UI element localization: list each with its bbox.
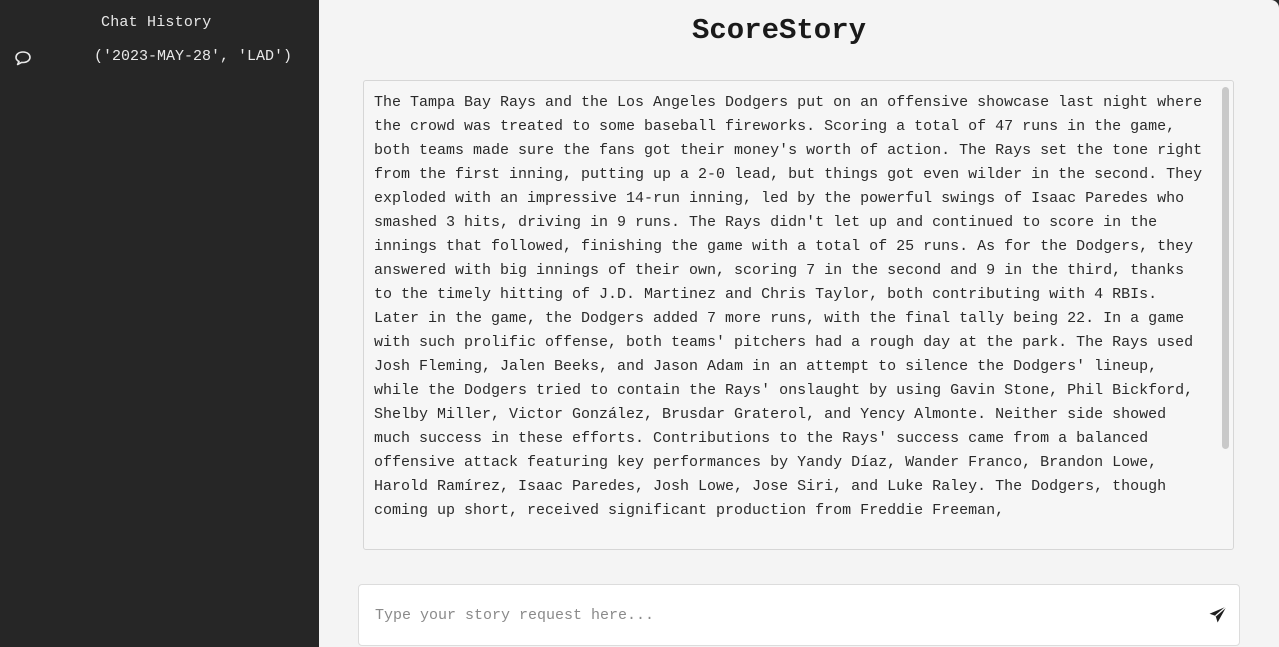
scrollbar-thumb[interactable] xyxy=(1222,87,1229,449)
story-output-box[interactable]: The Tampa Bay Rays and the Los Angeles D… xyxy=(363,80,1234,550)
story-scrollbar[interactable] xyxy=(1222,85,1230,545)
app-window: Chat History ('2023-MAY-28', 'LAD') Scor… xyxy=(0,0,1279,647)
sidebar-title: Chat History xyxy=(101,14,212,31)
story-text: The Tampa Bay Rays and the Los Angeles D… xyxy=(374,94,1212,519)
story-request-bar xyxy=(358,584,1240,646)
chat-bubble-icon xyxy=(15,51,31,66)
chat-history-item-label: ('2023-MAY-28', 'LAD') xyxy=(94,48,293,65)
sidebar: Chat History ('2023-MAY-28', 'LAD') xyxy=(0,0,319,647)
page-title: ScoreStory xyxy=(691,14,867,47)
send-icon xyxy=(1209,605,1227,623)
chat-history-item[interactable]: ('2023-MAY-28', 'LAD') xyxy=(10,42,310,72)
story-request-input[interactable] xyxy=(359,585,1199,645)
send-button[interactable] xyxy=(1207,604,1229,626)
main-panel: ScoreStory The Tampa Bay Rays and the Lo… xyxy=(319,0,1279,647)
